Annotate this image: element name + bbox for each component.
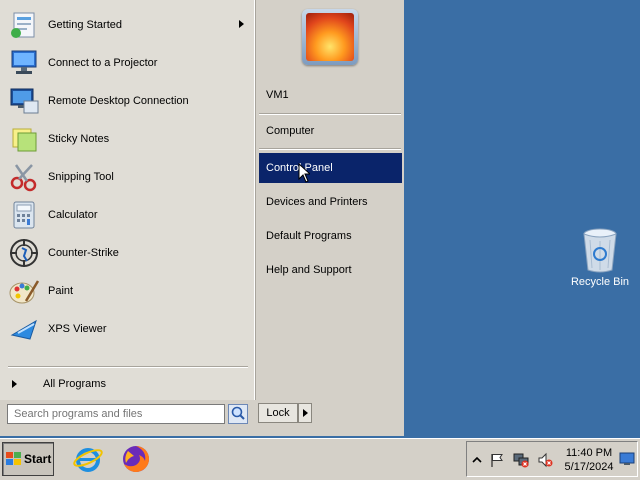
place-label: Default Programs bbox=[266, 230, 352, 242]
submenu-arrow-icon bbox=[239, 20, 244, 28]
program-label: Connect to a Projector bbox=[48, 57, 158, 69]
network-icon[interactable] bbox=[513, 452, 529, 468]
place-help-and-support[interactable]: Help and Support bbox=[259, 255, 402, 285]
lock-button[interactable]: Lock bbox=[258, 403, 298, 423]
user-avatar-image bbox=[306, 13, 354, 61]
windows-logo-icon bbox=[6, 452, 21, 465]
place-default-programs[interactable]: Default Programs bbox=[259, 221, 402, 251]
place-computer[interactable]: Computer bbox=[259, 116, 402, 146]
place-label: Devices and Printers bbox=[266, 196, 368, 208]
program-label: Sticky Notes bbox=[48, 133, 110, 145]
show-hidden-icons-chevron[interactable] bbox=[469, 452, 485, 468]
paint-icon bbox=[9, 280, 40, 304]
program-paint[interactable]: Paint bbox=[8, 273, 250, 309]
calculator-icon bbox=[13, 201, 35, 229]
projector-icon bbox=[11, 50, 37, 74]
program-calculator[interactable]: Calculator bbox=[8, 197, 250, 233]
program-getting-started[interactable]: Getting Started bbox=[8, 7, 250, 43]
action-center-flag-icon[interactable] bbox=[489, 452, 505, 468]
program-connect-to-projector[interactable]: Connect to a Projector bbox=[8, 45, 250, 81]
program-label: Remote Desktop Connection bbox=[48, 95, 189, 107]
program-label: Getting Started bbox=[48, 19, 122, 31]
clock[interactable]: 11:40 PM 5/17/2024 bbox=[561, 446, 617, 474]
program-label: Counter-Strike bbox=[48, 247, 119, 259]
sticky-notes-icon bbox=[12, 128, 37, 152]
place-label: Computer bbox=[266, 125, 315, 137]
clock-date: 5/17/2024 bbox=[564, 461, 614, 473]
xps-viewer-icon bbox=[10, 319, 37, 340]
place-user-folder[interactable]: VM1 bbox=[259, 80, 402, 110]
programs-separator bbox=[8, 366, 248, 368]
places-separator bbox=[259, 148, 401, 150]
program-xps-viewer[interactable]: XPS Viewer bbox=[8, 311, 250, 347]
search-button[interactable] bbox=[228, 404, 248, 424]
program-label: Paint bbox=[48, 285, 74, 297]
user-name-label: VM1 bbox=[266, 89, 289, 101]
all-programs-button[interactable]: All Programs bbox=[8, 374, 248, 394]
programs-pane: Getting Started Connect to a Projector R… bbox=[0, 0, 255, 400]
program-label: Calculator bbox=[48, 209, 98, 221]
search-input[interactable] bbox=[8, 405, 224, 423]
search-box[interactable] bbox=[7, 404, 225, 424]
volume-muted-icon[interactable] bbox=[537, 452, 553, 468]
shutdown-options-button[interactable] bbox=[298, 403, 312, 423]
search-row: Lock bbox=[0, 400, 404, 436]
all-programs-arrow-icon bbox=[12, 380, 17, 388]
program-sticky-notes[interactable]: Sticky Notes bbox=[8, 121, 250, 157]
place-label: Help and Support bbox=[266, 264, 352, 276]
program-label: Snipping Tool bbox=[48, 171, 114, 183]
remote-desktop-icon bbox=[10, 88, 39, 114]
counter-strike-icon bbox=[10, 239, 38, 267]
program-label: XPS Viewer bbox=[48, 323, 107, 335]
notification-area: 11:40 PM 5/17/2024 bbox=[466, 441, 638, 477]
program-snipping-tool[interactable]: Snipping Tool bbox=[8, 159, 250, 195]
shutdown-options-arrow-icon bbox=[303, 409, 308, 417]
start-label: Start bbox=[24, 452, 52, 466]
snipping-tool-icon bbox=[10, 164, 37, 192]
magnifier-icon bbox=[231, 406, 245, 420]
program-remote-desktop[interactable]: Remote Desktop Connection bbox=[8, 83, 250, 119]
start-menu: Getting Started Connect to a Projector R… bbox=[0, 0, 404, 436]
internet-explorer-icon[interactable] bbox=[72, 443, 104, 475]
desktop-icon-recycle-bin[interactable]: Recycle Bin bbox=[566, 226, 634, 288]
place-devices-and-printers[interactable]: Devices and Printers bbox=[259, 187, 402, 217]
mouse-pointer-icon bbox=[298, 163, 310, 183]
taskbar: Start 11:40 PM 5/17/2024 bbox=[0, 438, 640, 480]
user-picture[interactable] bbox=[302, 9, 358, 65]
clock-time: 11:40 PM bbox=[565, 447, 613, 459]
getting-started-icon bbox=[11, 12, 35, 38]
show-desktop-icon[interactable] bbox=[619, 452, 635, 466]
program-counter-strike[interactable]: Counter-Strike bbox=[8, 235, 250, 271]
firefox-icon[interactable] bbox=[120, 443, 152, 475]
start-button[interactable]: Start bbox=[2, 442, 54, 476]
recycle-bin-label: Recycle Bin bbox=[570, 276, 630, 288]
recycle-bin-icon bbox=[583, 228, 617, 273]
place-control-panel[interactable]: Control Panel bbox=[259, 153, 402, 183]
all-programs-label: All Programs bbox=[43, 378, 106, 390]
places-separator bbox=[259, 113, 401, 115]
